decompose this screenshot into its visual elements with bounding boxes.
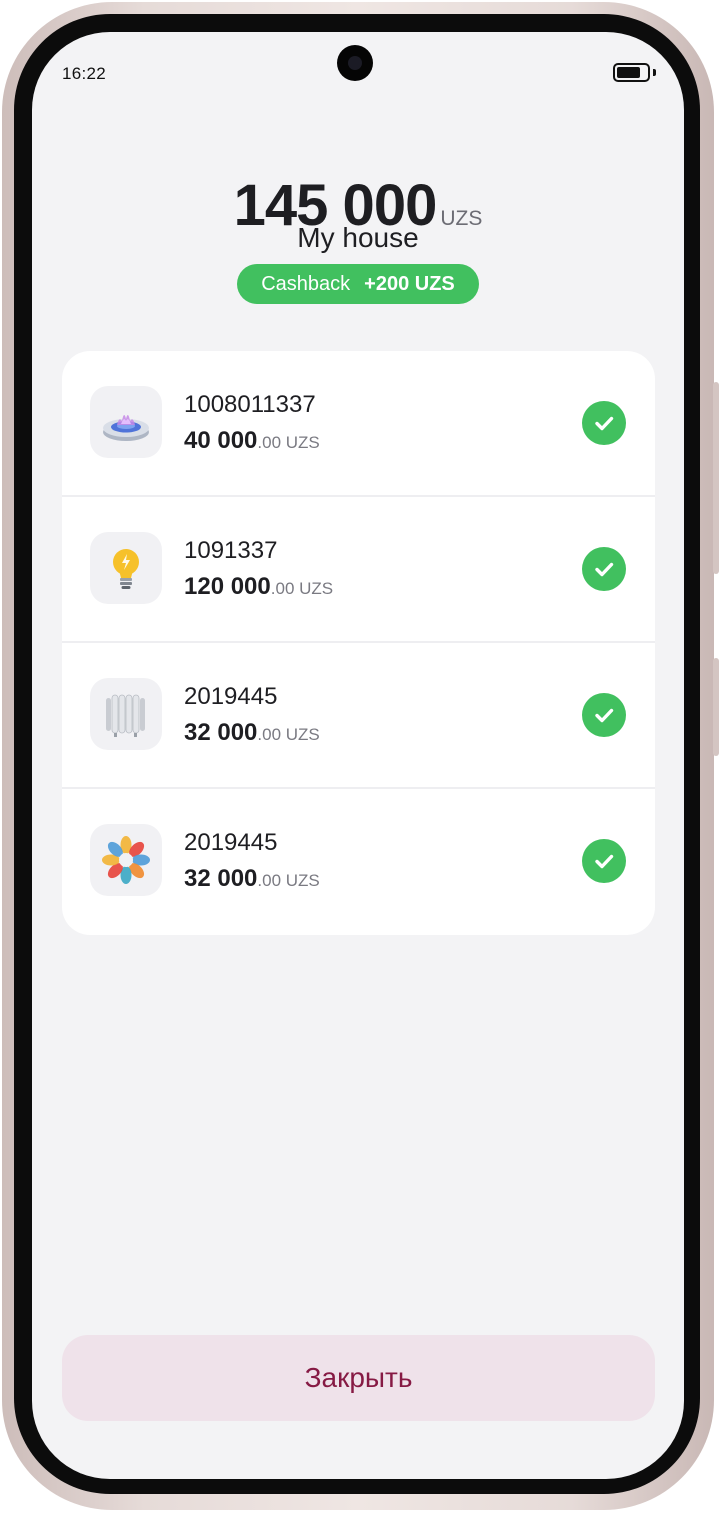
amount-cents: .00 UZS: [270, 579, 334, 598]
battery-icon: [613, 63, 650, 82]
check-icon: [582, 401, 626, 445]
payment-row[interactable]: 2019445 32 000.00 UZS: [62, 789, 655, 935]
payment-row[interactable]: 2019445 32 000.00 UZS: [62, 643, 655, 789]
cashback-label: Cashback: [261, 272, 351, 295]
account-number: 2019445: [184, 829, 278, 856]
amount-main: 120 000: [184, 573, 271, 600]
payment-row[interactable]: 1091337 120 000.00 UZS: [62, 497, 655, 643]
radiator-icon: [90, 678, 162, 750]
screen: 16:22 145 000 UZS My house Cashback +200 …: [32, 32, 684, 1479]
page-title: My house: [297, 222, 419, 253]
check-icon: [582, 547, 626, 591]
close-button[interactable]: Закрыть: [62, 1335, 655, 1421]
cashback-value: +200 UZS: [364, 272, 455, 295]
payment-amount: 32 000.00 UZS: [184, 719, 320, 747]
amount-cents: .00 UZS: [257, 725, 320, 744]
payment-amount: 120 000.00 UZS: [184, 573, 333, 601]
light-bulb-icon: [90, 532, 162, 604]
amount-main: 32 000: [184, 719, 258, 746]
battery-tip: [653, 69, 656, 76]
payment-row[interactable]: 1008011337 40 000.00 UZS: [62, 351, 655, 497]
front-camera-icon: [337, 45, 373, 81]
amount-cents: .00 UZS: [257, 871, 320, 890]
colorful-ring-icon: [90, 824, 162, 896]
camera-lens: [348, 56, 362, 70]
phone-side-button: [713, 658, 719, 756]
battery-level: [617, 67, 640, 78]
amount-main: 40 000: [184, 427, 258, 454]
gas-burner-icon: [90, 386, 162, 458]
account-number: 1091337: [184, 537, 278, 564]
account-number: 1008011337: [184, 391, 316, 418]
payments-list: 1008011337 40 000.00 UZS 1091337 120 000…: [62, 351, 655, 935]
amount-cents: .00 UZS: [257, 433, 320, 452]
amount-main: 32 000: [184, 865, 258, 892]
check-icon: [582, 693, 626, 737]
phone-side-button: [713, 382, 719, 574]
check-icon: [582, 839, 626, 883]
status-time: 16:22: [62, 64, 107, 83]
cashback-badge: Cashback +200 UZS: [237, 264, 479, 304]
payment-amount: 40 000.00 UZS: [184, 427, 320, 455]
payment-amount: 32 000.00 UZS: [184, 865, 320, 893]
account-number: 2019445: [184, 683, 278, 710]
